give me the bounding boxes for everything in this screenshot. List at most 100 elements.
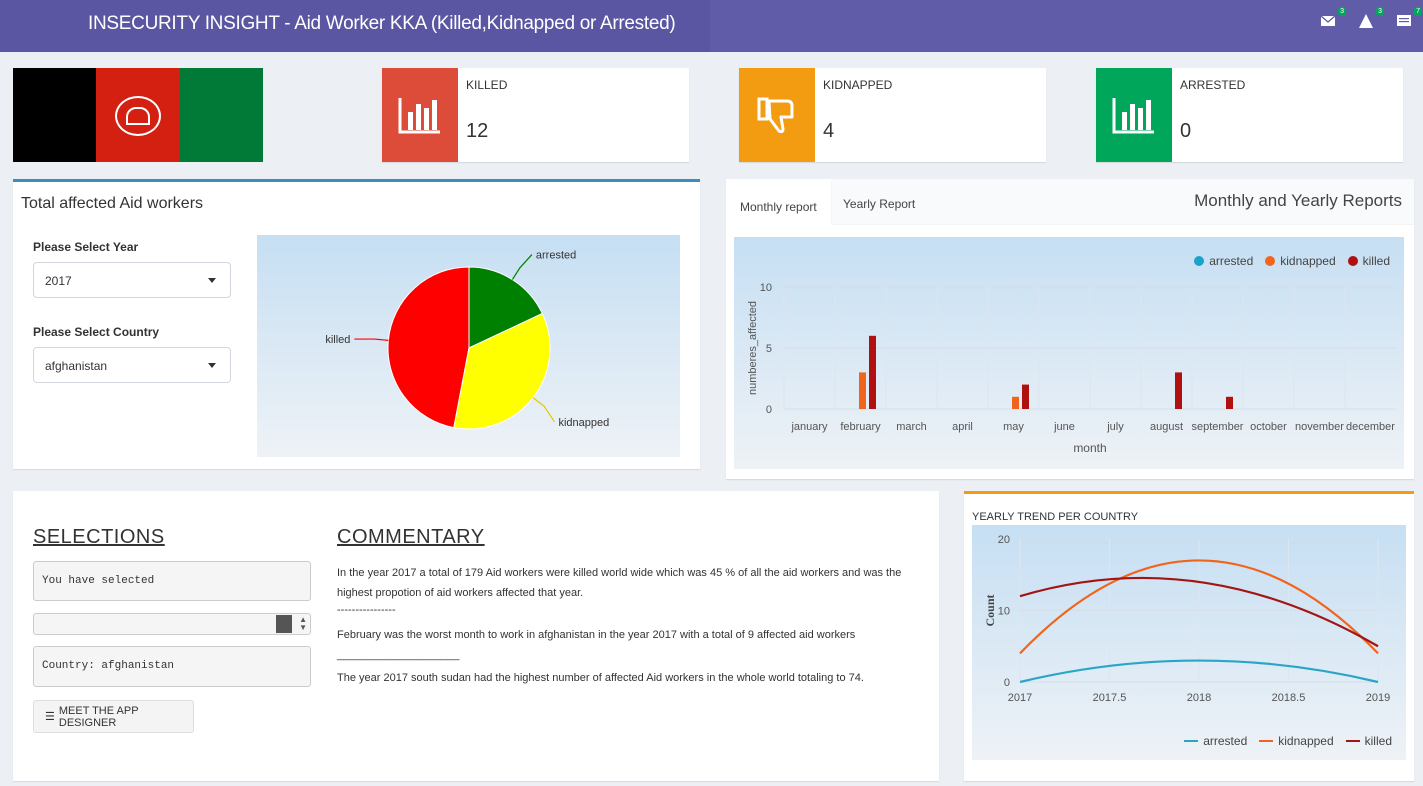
x-tick-label: july [1106,421,1124,433]
x-tick-label: december [1346,421,1395,433]
legend-label: killed [1362,254,1390,268]
x-tick-label: 2018 [1187,692,1211,704]
x-tick-label: 2017 [1008,692,1032,704]
commentary-heading: COMMENTARY [337,526,485,548]
chevron-down-icon [208,363,216,368]
header-notifications: 3 3 7 [1320,7,1422,32]
infobox-value: 12 [466,120,489,142]
x-tick-label: april [952,421,973,433]
country-select[interactable]: afghanistan [33,347,231,383]
country-select-label: Please Select Country [33,325,160,339]
pie-slice-killed[interactable] [387,266,470,429]
infobox-label: KILLED [466,78,508,92]
legend-dot [1265,256,1276,266]
line-chart-area: 0 10 20 2017 2017.5 2018 2018.5 2019 Count arres… [972,525,1406,760]
commentary-para2: February was the worst month to work in … [337,629,856,641]
pie-leader-line [532,397,555,423]
bar-kidnapped-february[interactable] [859,372,866,409]
legend-dot [1347,256,1358,266]
resize-icon [276,615,292,633]
legend-line [1345,740,1360,742]
app-title: INSECURITY INSIGHT - Aid Worker KKA (Kil… [88,13,676,34]
yearly-line-chart: 0 10 20 2017 2017.5 2018 2018.5 2019 Count [983,534,1390,704]
app-header: INSECURITY INSIGHT - Aid Worker KKA (Kil… [0,0,1423,52]
pie-chart-area: killed arrested kidnapped [257,235,680,457]
pie-leader-line [354,338,389,341]
x-tick-label: september [1192,421,1244,433]
bar-legend: arrested kidnapped killed [1194,254,1390,268]
infobox-value: 4 [823,120,835,142]
infobox-kidnapped: KIDNAPPED 4 [739,68,1046,162]
y-tick-label: 10 [760,282,772,294]
thumbs-down-icon [739,68,815,162]
envelope-badge: 3 [1338,7,1346,16]
bar-killed-september[interactable] [1226,396,1233,409]
chevron-down-icon [208,278,216,283]
infobox-killed: KILLED 12 [382,68,689,162]
y-tick-label: 20 [998,534,1010,546]
pie-label: arrested [536,250,576,262]
monthly-bar-chart: 0 5 10 january february march april may june july… [747,282,1396,455]
y-axis-label: numberes_affected [747,301,759,395]
bar-chart-area: 0 5 10 january february march april may june july… [734,237,1404,469]
bar-killed-august[interactable] [1175,372,1182,409]
flag-stripe-green [179,68,263,162]
meet-app-designer-button[interactable]: ☰ MEET THE APP DESIGNER [33,700,194,733]
pie-label: kidnapped [558,417,609,429]
legend-item-killed[interactable]: killed [1347,254,1390,268]
x-tick-label: 2019 [1366,692,1390,704]
selected-output: You have selected [33,561,311,601]
x-tick-label: june [1053,421,1075,433]
tab-yearly-report[interactable]: Yearly Report [829,179,929,225]
infobox-value: 0 [1180,120,1192,142]
infobox-label: ARRESTED [1180,78,1246,92]
pie-chart: killed arrested kidnapped [325,250,609,430]
x-tick-label: 2018.5 [1272,692,1306,704]
x-axis-label: month [1073,441,1106,455]
reports-title: Monthly and Yearly Reports [1194,191,1402,210]
total-affected-panel: Total affected Aid workers Please Select… [13,179,700,469]
y-tick-label: 10 [998,606,1010,618]
y-tick-label: 0 [1004,677,1010,689]
flag-emblem-icon [115,96,161,136]
pie-label: killed [325,334,350,346]
legend-item-arrested[interactable]: arrested [1194,254,1253,268]
commentary-para3: The year 2017 south sudan had the highes… [337,672,864,684]
bar-kidnapped-may[interactable] [1012,396,1019,409]
tab-monthly-report[interactable]: Monthly report [726,179,832,225]
list-icon: ☰ [45,711,55,723]
year-select-label: Please Select Year [33,240,139,254]
legend-item-kidnapped[interactable]: kidnapped [1259,734,1334,748]
x-tick-label: october [1250,421,1287,433]
bar-killed-may[interactable] [1022,384,1029,409]
pie-leader-line [511,254,533,280]
x-tick-label: november [1295,421,1344,433]
resize-textarea[interactable]: ▲ ▼ [33,613,311,635]
reports-panel: Monthly report Yearly Report Monthly and… [726,179,1414,479]
commentary-para1a: In the year 2017 a total of 179 Aid work… [337,567,902,579]
year-select[interactable]: 2017 [33,262,231,298]
x-tick-label: 2017.5 [1093,692,1127,704]
tasks-icon[interactable]: 7 [1397,7,1422,32]
bar-chart-icon [382,68,458,162]
legend-line [1184,740,1199,742]
flag-stripe-black [13,68,97,162]
legend-label: killed [1364,734,1392,748]
legend-item-arrested[interactable]: arrested [1184,734,1247,748]
commentary-separator: ---------------- [337,604,396,616]
y-tick-label: 0 [766,404,772,416]
legend-item-killed[interactable]: killed [1345,734,1392,748]
yearly-trend-title: YEARLY TREND PER COUNTRY [972,511,1139,523]
country-output: Country: afghanistan [33,646,311,687]
bar-killed-february[interactable] [869,335,876,409]
x-tick-label: august [1150,421,1183,433]
legend-label: kidnapped [1280,254,1336,268]
x-tick-label: march [896,421,927,433]
spinner-icon[interactable]: ▲ ▼ [299,616,307,632]
warning-icon[interactable]: 3 [1359,7,1384,32]
legend-item-kidnapped[interactable]: kidnapped [1265,254,1336,268]
envelope-icon[interactable]: 3 [1320,7,1346,32]
commentary-separator: ____________________ [337,649,460,661]
x-tick-label: february [840,421,881,433]
infobox-arrested: ARRESTED 0 [1096,68,1403,162]
